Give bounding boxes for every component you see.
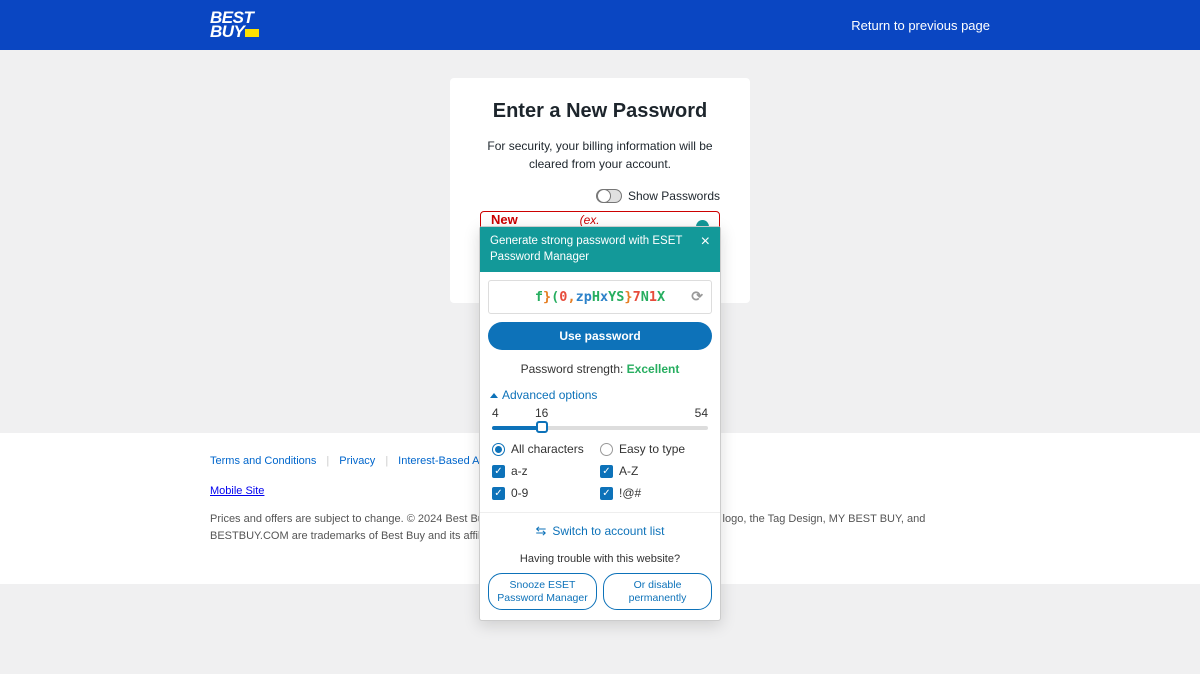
charset-options: All characters Easy to type ✓a-z ✓A-Z ✓0… [480, 442, 720, 512]
opt-symbols[interactable]: ✓!@# [600, 486, 708, 500]
card-title: Enter a New Password [480, 100, 720, 123]
show-passwords-row: Show Passwords [480, 189, 720, 203]
privacy-link[interactable]: Privacy [339, 455, 375, 467]
eset-password-popup: Generate strong password with ESET Passw… [479, 226, 721, 621]
logo-line2: BUY [210, 25, 259, 39]
opt-easy-to-type[interactable]: Easy to type [600, 442, 708, 456]
refresh-icon[interactable]: ⟳ [691, 289, 703, 305]
length-labels: 4 16 54 [480, 406, 720, 420]
mobile-site-link[interactable]: Mobile Site [210, 485, 264, 497]
slider-thumb[interactable] [536, 421, 548, 433]
ads-link[interactable]: Interest-Based Ads [398, 455, 491, 467]
strength-value: Excellent [627, 362, 680, 376]
opt-lowercase[interactable]: ✓a-z [492, 464, 600, 478]
opt-digits[interactable]: ✓0-9 [492, 486, 600, 500]
radio-icon [600, 443, 613, 456]
length-slider[interactable] [492, 426, 708, 430]
radio-icon [492, 443, 505, 456]
popup-header: Generate strong password with ESET Passw… [480, 227, 720, 272]
bestbuy-logo: BEST BUY [210, 11, 259, 40]
password-strength: Password strength: Excellent [480, 362, 720, 376]
checkbox-icon: ✓ [600, 487, 613, 500]
checkbox-icon: ✓ [600, 465, 613, 478]
checkbox-icon: ✓ [492, 487, 505, 500]
use-password-button[interactable]: Use password [488, 322, 712, 350]
show-passwords-toggle[interactable] [596, 189, 622, 203]
checkbox-icon: ✓ [492, 465, 505, 478]
terms-link[interactable]: Terms and Conditions [210, 455, 316, 467]
trouble-text: Having trouble with this website? [480, 549, 720, 573]
disable-button[interactable]: Or disable permanently [603, 573, 712, 610]
logo-tag-icon [245, 29, 259, 37]
snooze-row: Snooze ESET Password Manager Or disable … [480, 573, 720, 620]
popup-title: Generate strong password with ESET Passw… [490, 234, 701, 265]
opt-uppercase[interactable]: ✓A-Z [600, 464, 708, 478]
switch-account-list[interactable]: ⇆ Switch to account list [480, 512, 720, 549]
card-subtitle: For security, your billing information w… [480, 137, 720, 173]
slider-current: 16 [535, 406, 548, 420]
swap-icon: ⇆ [536, 523, 547, 539]
generated-password-box: f}(0,zpHxYS}7N1X ⟳ [488, 280, 712, 314]
show-passwords-label: Show Passwords [628, 189, 720, 203]
advanced-options-toggle[interactable]: Advanced options [480, 388, 720, 406]
slider-min: 4 [492, 406, 499, 420]
page-header: BEST BUY Return to previous page [0, 0, 1200, 50]
close-icon[interactable]: × [701, 234, 710, 250]
snooze-button[interactable]: Snooze ESET Password Manager [488, 573, 597, 610]
chevron-up-icon [490, 393, 498, 398]
slider-max: 54 [695, 406, 708, 420]
return-link[interactable]: Return to previous page [851, 18, 990, 33]
opt-all-characters[interactable]: All characters [492, 442, 600, 456]
